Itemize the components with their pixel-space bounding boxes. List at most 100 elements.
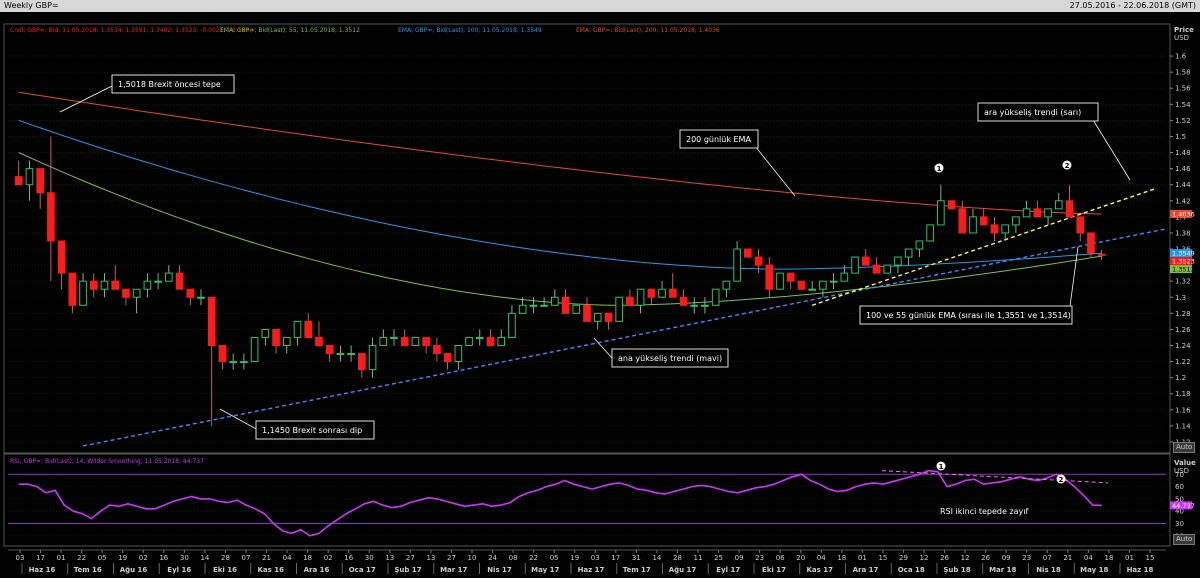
date-range: 27.05.2016 - 22.06.2018 (GMT) xyxy=(1069,1,1196,10)
candle-body xyxy=(904,248,913,258)
candle-body xyxy=(840,272,849,282)
candle xyxy=(250,336,259,363)
candle-body xyxy=(400,336,409,346)
x-day-tick-label: 01 xyxy=(57,554,66,562)
x-day-tick-label: 14 xyxy=(200,554,209,562)
candle-body xyxy=(36,168,44,194)
x-month-tick-label: Ara 17 xyxy=(853,566,879,574)
x-month-tick-label: Nis 17 xyxy=(487,566,512,574)
candle-body xyxy=(1022,208,1031,218)
rsi-value-label: 44.737 xyxy=(1172,502,1195,510)
chart-area[interactable]: Cndl; GBP=; Bid; 11.05.2018; 1.3534; 1.3… xyxy=(0,12,1200,578)
candle-body xyxy=(79,280,87,306)
callout-ema200-text: 200 günlük EMA xyxy=(686,135,751,144)
y-tick-label: 1.44 xyxy=(1175,181,1191,189)
candle-body xyxy=(776,272,784,290)
candle-body xyxy=(1054,200,1063,210)
candle-body xyxy=(1001,224,1009,234)
candle-body xyxy=(819,280,827,290)
x-day-tick-label: 18 xyxy=(837,554,846,562)
candle-body xyxy=(765,264,774,290)
callout-post-brexit-text: 1,1450 Brexit sonrası dip xyxy=(262,426,362,435)
window-title: Weekly GBP= xyxy=(4,1,59,10)
x-day-tick-label: 01 xyxy=(858,554,867,562)
x-day-tick-label: 09 xyxy=(1002,554,1011,562)
x-day-tick-label: 15 xyxy=(1146,554,1155,562)
candle-body xyxy=(272,328,280,346)
x-day-tick-label: 07 xyxy=(1043,554,1052,562)
candle-body xyxy=(57,240,66,274)
candle-body xyxy=(14,176,23,186)
y-tick-label: 1.18 xyxy=(1175,390,1191,398)
x-day-tick-label: 21 xyxy=(1063,554,1072,562)
x-day-tick-label: 30 xyxy=(180,554,189,562)
x-month-tick-label: Şub 17 xyxy=(394,566,421,574)
candle-body xyxy=(969,216,977,234)
candle-body xyxy=(711,288,720,306)
x-day-tick-label: 02 xyxy=(139,554,148,562)
legend-ema55: EMA; GBP=; Bid(Last); 55; 11.05.2018; 1.… xyxy=(220,27,360,34)
y-tick-label: 1.28 xyxy=(1175,310,1191,318)
candle-body xyxy=(872,264,881,274)
candle-body xyxy=(926,224,934,242)
rsi-auto-button[interactable]: Auto xyxy=(1173,534,1196,545)
candle-body xyxy=(744,248,752,258)
x-day-tick-label: 28 xyxy=(221,554,230,562)
candle-body xyxy=(529,304,538,307)
x-day-tick-label: 19 xyxy=(118,554,127,562)
x-day-tick-label: 10 xyxy=(468,554,477,562)
x-day-tick-label: 12 xyxy=(961,554,970,562)
candle-body xyxy=(100,280,109,290)
x-day-tick-label: 22 xyxy=(529,554,538,562)
candle xyxy=(851,256,859,274)
x-day-tick-label: 03 xyxy=(16,554,25,562)
candle-body xyxy=(497,336,506,346)
candle-body xyxy=(733,248,741,282)
candle-body xyxy=(808,288,816,291)
candle-body xyxy=(894,256,902,266)
legend-ema200: EMA; GBP=; Bid(Last); 200; 11.05.2018; 1… xyxy=(576,27,720,34)
candle-body xyxy=(647,288,656,298)
candle-body xyxy=(583,304,591,322)
x-day-tick-label: 12 xyxy=(920,554,929,562)
candle-body xyxy=(454,344,463,363)
candle-body xyxy=(572,304,581,314)
candle-body xyxy=(690,304,699,307)
legend-ema100: EMA; GBP=; Bid(Last); 100; 11.05.2018; 1… xyxy=(398,27,542,34)
x-month-tick-label: May 18 xyxy=(1080,566,1108,574)
rsi-y-tick-label: 70 xyxy=(1175,471,1184,479)
x-axis: 03 17 01 22 05 19 02 16 30 14 28 07 21 04 18 02 16 30 13 27… xyxy=(8,549,1166,574)
x-day-tick-label: 22 xyxy=(77,554,86,562)
candle-body xyxy=(315,336,323,346)
x-day-tick-label: 17 xyxy=(611,554,620,562)
rsi-y-tick-label: 60 xyxy=(1175,483,1184,491)
x-day-tick-label: 31 xyxy=(632,554,641,562)
candle-body xyxy=(358,353,366,371)
candle-body xyxy=(261,328,270,338)
x-day-tick-label: 23 xyxy=(1022,554,1031,562)
price-auto-button[interactable]: Auto xyxy=(1173,442,1196,453)
x-day-tick-label: 18 xyxy=(1104,554,1113,562)
x-month-tick-label: Kas 17 xyxy=(807,566,834,574)
legend-rsi: RSI; GBP=; Bid(Last); 14; Wilder Smoothi… xyxy=(10,458,204,465)
candle-body xyxy=(293,320,302,338)
candle xyxy=(947,200,956,210)
callout-intermediate-trend-text: ara yükseliş trendi (sarı) xyxy=(984,108,1081,117)
candle-body xyxy=(250,336,259,363)
x-day-tick-label: 01 xyxy=(1125,554,1134,562)
candle-body xyxy=(336,353,345,356)
x-day-tick-label: 03 xyxy=(591,554,600,562)
x-month-tick-label: Eki 17 xyxy=(762,566,786,574)
candle xyxy=(615,296,623,322)
candle-body xyxy=(143,280,152,290)
candle-body xyxy=(1033,208,1042,218)
x-day-tick-label: 11 xyxy=(694,554,703,562)
callout-ema-100-55-text: 100 ve 55 günlük EMA (sırası ile 1,3551 … xyxy=(866,311,1071,320)
candle-body xyxy=(282,336,291,346)
y-tick-label: 1.52 xyxy=(1175,117,1191,125)
candle-body xyxy=(915,240,924,250)
x-month-tick-label: Ağu 17 xyxy=(669,566,697,574)
candle-body xyxy=(979,216,988,226)
candle-body xyxy=(229,361,237,364)
price-axis-unit: USD xyxy=(1174,34,1189,42)
